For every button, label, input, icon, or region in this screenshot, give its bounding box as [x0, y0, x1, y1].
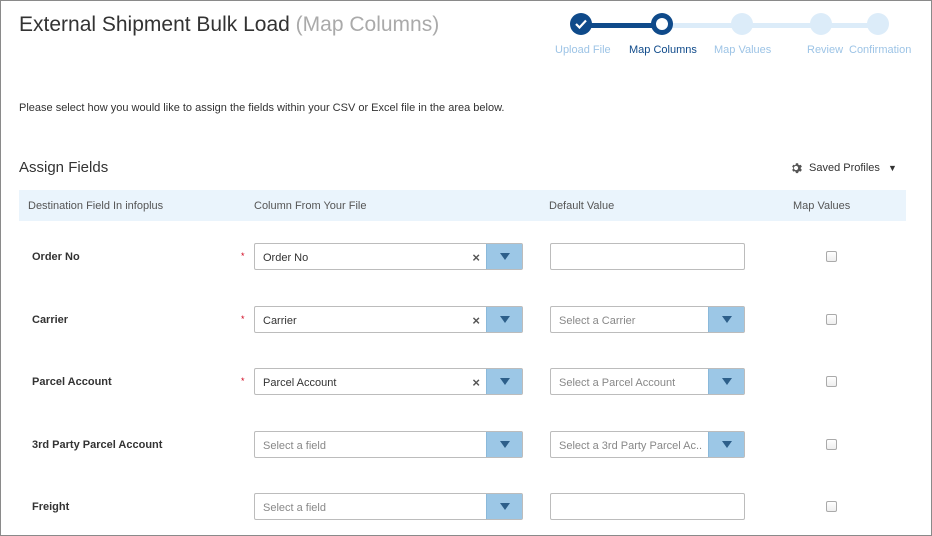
column-select-value: Carrier [263, 315, 297, 327]
column-select-parcel-account[interactable]: Parcel Account × [254, 368, 523, 395]
default-select-placeholder: Select a Carrier [559, 315, 636, 327]
wizard-step-map-values: Map Values [714, 44, 772, 56]
col-header-default-value: Default Value [549, 200, 615, 212]
default-select-carrier[interactable]: Select a Carrier [550, 306, 745, 333]
chevron-down-icon[interactable] [486, 494, 522, 519]
wizard-progress: Upload File Map Columns Map Values Revie… [541, 11, 931, 61]
chevron-down-icon[interactable] [486, 244, 522, 269]
wizard-step-confirmation: Confirmation [849, 44, 912, 56]
chevron-down-icon[interactable] [708, 432, 744, 457]
field-label: 3rd Party Parcel Account [32, 439, 163, 451]
field-label: Freight [32, 501, 70, 513]
column-select-carrier[interactable]: Carrier × [254, 306, 523, 333]
wizard-step-5-marker [867, 13, 889, 35]
column-select-order-no[interactable]: Order No × [254, 243, 523, 270]
table-row: 3rd Party Parcel Account Select a field … [19, 431, 906, 459]
chevron-down-icon[interactable] [486, 369, 522, 394]
map-values-checkbox-order-no[interactable] [826, 251, 837, 262]
col-header-map-values: Map Values [793, 200, 851, 212]
default-value-input-order-no[interactable] [550, 243, 745, 270]
table-row: Carrier * Carrier × Select a Carrier [19, 306, 906, 334]
wizard-progress-pending [663, 23, 881, 28]
wizard-step-1-marker [570, 13, 592, 35]
col-header-file-column: Column From Your File [254, 200, 367, 212]
map-values-checkbox-freight[interactable] [826, 501, 837, 512]
clear-icon[interactable]: × [472, 250, 480, 265]
check-icon [575, 19, 587, 29]
page-subtitle: (Map Columns) [295, 13, 440, 36]
map-values-checkbox-carrier[interactable] [826, 314, 837, 325]
default-select-parcel-account[interactable]: Select a Parcel Account [550, 368, 745, 395]
column-select-value: Parcel Account [263, 377, 337, 389]
caret-down-icon: ▼ [887, 163, 897, 173]
wizard-step-upload-file[interactable]: Upload File [555, 44, 611, 56]
clear-icon[interactable]: × [472, 313, 480, 328]
map-values-checkbox-parcel-account[interactable] [826, 376, 837, 387]
default-select-3rd-party-parcel-account[interactable]: Select a 3rd Party Parcel Ac.. [550, 431, 745, 458]
table-header: Destination Field In infoplus Column Fro… [19, 190, 906, 221]
assign-fields-title: Assign Fields [19, 159, 109, 176]
required-marker: * [241, 251, 245, 261]
default-select-placeholder: Select a 3rd Party Parcel Ac.. [559, 440, 703, 452]
saved-profiles-menu[interactable]: Saved Profiles ▼ [791, 162, 897, 174]
clear-icon[interactable]: × [472, 375, 480, 390]
field-label: Order No [32, 251, 80, 263]
wizard-step-2-marker [651, 13, 673, 35]
table-row: Freight Select a field [19, 493, 906, 521]
map-values-checkbox-3rd-party-parcel-account[interactable] [826, 439, 837, 450]
field-label: Carrier [32, 314, 69, 326]
column-select-3rd-party-parcel-account[interactable]: Select a field [254, 431, 523, 458]
required-marker: * [241, 376, 245, 386]
default-value-input-freight[interactable] [550, 493, 745, 520]
column-select-value: Order No [263, 252, 309, 264]
page-title: External Shipment Bulk Load (Map Columns… [19, 13, 439, 37]
column-select-placeholder: Select a field [263, 502, 326, 514]
table-row: Parcel Account * Parcel Account × Select… [19, 368, 906, 396]
wizard-step-review: Review [807, 44, 844, 56]
chevron-down-icon[interactable] [486, 307, 522, 332]
table-row: Order No * Order No × [19, 243, 906, 271]
column-select-freight[interactable]: Select a field [254, 493, 523, 520]
col-header-destination: Destination Field In infoplus [28, 200, 164, 212]
required-marker: * [241, 314, 245, 324]
chevron-down-icon[interactable] [486, 432, 522, 457]
chevron-down-icon[interactable] [708, 307, 744, 332]
column-select-placeholder: Select a field [263, 440, 326, 452]
app-frame: External Shipment Bulk Load (Map Columns… [0, 0, 932, 536]
wizard-step-3-marker [731, 13, 753, 35]
default-select-placeholder: Select a Parcel Account [559, 377, 676, 389]
wizard-step-4-marker [810, 13, 832, 35]
saved-profiles-label: Saved Profiles [809, 162, 880, 174]
gear-icon [792, 163, 802, 174]
chevron-down-icon[interactable] [708, 369, 744, 394]
page-title-text: External Shipment Bulk Load [19, 13, 290, 36]
field-label: Parcel Account [32, 376, 112, 388]
wizard-step-map-columns: Map Columns [629, 44, 697, 56]
instructions-text: Please select how you would like to assi… [19, 102, 505, 114]
